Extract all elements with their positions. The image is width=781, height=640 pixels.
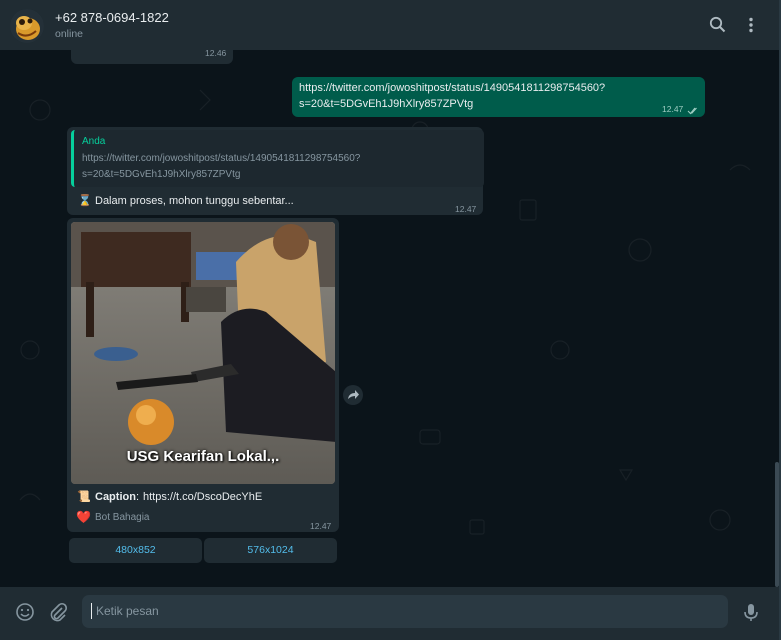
outgoing-link-line1: https://twitter.com/jowoshitpost/status/… — [299, 82, 606, 94]
mic-icon[interactable] — [740, 601, 762, 623]
double-check-icon — [687, 103, 699, 121]
caption-colon: : — [136, 491, 140, 503]
text-caret — [91, 603, 92, 619]
message-time: 12.46 — [205, 50, 227, 58]
outgoing-message-bubble[interactable]: https://twitter.com/jowoshitpost/status/… — [292, 77, 705, 117]
video-overlay-text: USG Kearifan Lokal.,. — [126, 448, 280, 465]
message-input-placeholder: Ketik pesan — [96, 604, 159, 618]
bot-label: Bot Bahagia — [95, 512, 150, 523]
resolution-button-576[interactable]: 576x1024 — [204, 538, 337, 563]
contact-name[interactable]: +62 878-0694-1822 — [55, 10, 169, 25]
composer-bar: Ketik pesan — [0, 587, 779, 640]
message-time: 12.47 — [662, 104, 684, 114]
avatar[interactable] — [10, 9, 44, 43]
menu-dots-icon[interactable] — [741, 15, 761, 35]
quoted-message[interactable]: Anda https://twitter.com/jowoshitpost/st… — [71, 130, 484, 187]
caption-link[interactable]: https://t.co/DscoDecYhE — [143, 489, 262, 505]
quoted-text: https://twitter.com/jowoshitpost/status/… — [82, 151, 477, 183]
contact-status: online — [55, 28, 84, 40]
resolution-button-480[interactable]: 480x852 — [69, 538, 202, 563]
thumbnail-image — [71, 222, 335, 484]
whatsapp-chat-window: +62 878-0694-1822 online 12.46 https://t… — [0, 0, 781, 640]
forward-icon[interactable] — [343, 385, 363, 405]
message-time: 12.47 — [310, 521, 332, 531]
search-icon[interactable] — [708, 15, 728, 35]
outgoing-link[interactable]: https://twitter.com/jowoshitpost/status/… — [299, 80, 605, 112]
attach-icon[interactable] — [47, 601, 69, 623]
quoted-sender: Anda — [82, 136, 106, 147]
outgoing-link-line2: s=20&t=5DGvEh1J9hXlry857ZPVtg — [299, 98, 474, 110]
chat-header: +62 878-0694-1822 online — [0, 0, 779, 50]
quoted-line2: s=20&t=5DGvEh1J9hXlry857ZPVtg — [82, 169, 241, 180]
emoji-icon[interactable] — [14, 601, 36, 623]
scroll-icon: 📜 — [77, 491, 91, 503]
previous-message-bubble: 12.46 — [71, 50, 233, 64]
heart-icon: ❤️ — [76, 510, 91, 524]
hourglass-icon: ⌛ — [78, 195, 92, 207]
message-time: 12.47 — [455, 204, 477, 214]
quoted-line1: https://twitter.com/jowoshitpost/status/… — [82, 153, 361, 164]
reply-text: Dalam proses, mohon tunggu sebentar... — [95, 195, 294, 207]
video-thumbnail[interactable]: USG Kearifan Lokal.,. — [71, 222, 335, 484]
message-input[interactable]: Ketik pesan — [82, 595, 728, 628]
caption-label: Caption — [95, 491, 136, 503]
